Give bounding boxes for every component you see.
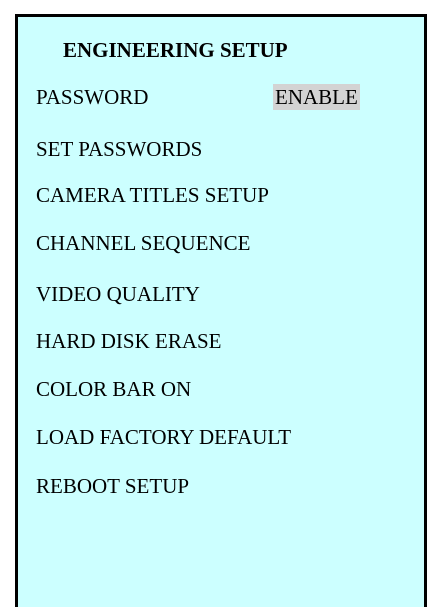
menu-item-video-quality[interactable]: VIDEO QUALITY — [36, 281, 200, 307]
menu-item-load-factory-default[interactable]: LOAD FACTORY DEFAULT — [36, 424, 291, 450]
menu-item-hard-disk-erase[interactable]: HARD DISK ERASE — [36, 328, 222, 354]
menu-item-camera-titles-setup[interactable]: CAMERA TITLES SETUP — [36, 182, 269, 208]
menu-item-reboot-setup[interactable]: REBOOT SETUP — [36, 473, 189, 499]
menu-item-set-passwords[interactable]: SET PASSWORDS — [36, 136, 202, 162]
menu-item-channel-sequence[interactable]: CHANNEL SEQUENCE — [36, 230, 250, 256]
menu-item-color-bar-on[interactable]: COLOR BAR ON — [36, 376, 191, 402]
password-value-selected[interactable]: ENABLE — [273, 84, 360, 110]
menu-title: ENGINEERING SETUP — [63, 38, 288, 62]
menu-item-password[interactable]: PASSWORD — [36, 84, 148, 110]
engineering-setup-screen: ENGINEERING SETUP PASSWORD ENABLE SET PA… — [15, 14, 427, 607]
